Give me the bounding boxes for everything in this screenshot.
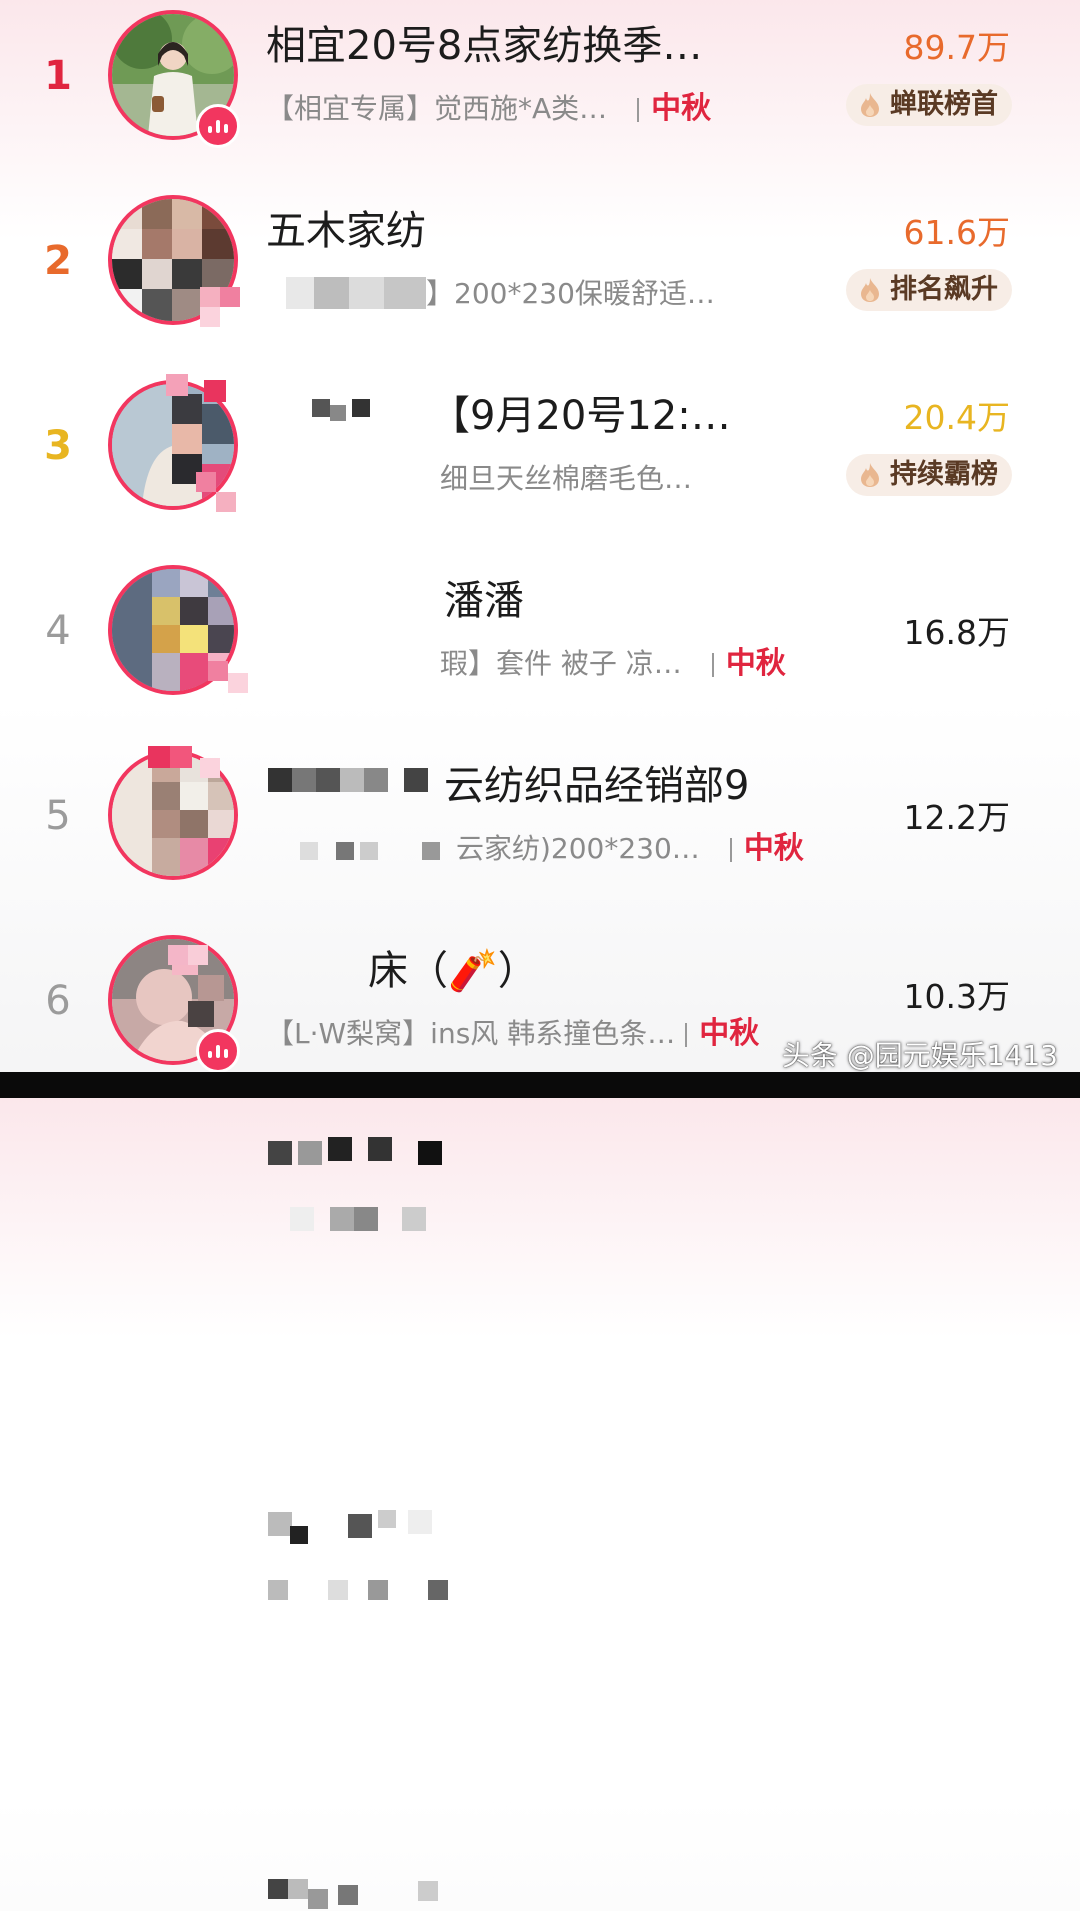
streamer-avatar[interactable] xyxy=(108,565,248,695)
divider xyxy=(729,838,732,862)
subtitle-text: 细旦天丝棉磨毛色… xyxy=(440,462,693,495)
tag-label: 中秋 xyxy=(651,91,712,126)
tag-label: 中秋 xyxy=(743,831,804,866)
product-subtitle: 云家纺)200*230… 中秋 xyxy=(456,824,804,874)
ranking-row-1[interactable]: 1 相宜20号8点家纺换季… 【相宜专属】觉西施*A类… 中秋 89.7万 蝉联… xyxy=(0,0,1080,185)
rank-number: 4 xyxy=(45,608,71,654)
rank-number: 3 xyxy=(44,423,72,469)
censor-mosaic xyxy=(268,1133,448,1173)
rank-badge: 蝉联榜首 xyxy=(846,84,1012,126)
rank-number: 5 xyxy=(45,793,71,839)
sales-amount: 89.7万 xyxy=(903,28,1010,67)
streamer-avatar[interactable] xyxy=(108,746,238,880)
censor-mosaic xyxy=(268,1871,448,1911)
ranking-row-3[interactable]: 3 【9月20号12:… 细旦天丝棉磨毛色… 20.4万 持续霸榜 xyxy=(0,370,1080,860)
sales-amount: 20.4万 xyxy=(903,398,1010,437)
censor-mosaic xyxy=(268,1504,448,1544)
bottom-bar xyxy=(0,1072,1080,1098)
streamer-title: 潘潘 xyxy=(444,578,524,624)
sales-amount: 16.8万 xyxy=(903,613,1010,652)
tag-label: 中秋 xyxy=(725,646,786,681)
subtitle-text: 【相宜专属】觉西施*A类… xyxy=(266,92,608,125)
censor-mosaic xyxy=(286,277,426,309)
live-indicator-icon xyxy=(196,104,240,148)
product-subtitle: 【L·W梨窝】ins风 韩系撞色条… 中秋 xyxy=(266,1009,759,1059)
subtitle-text: 【L·W梨窝】ins风 韩系撞色条… xyxy=(266,1017,676,1050)
streamer-avatar[interactable] xyxy=(108,10,240,148)
censor-mosaic xyxy=(290,1201,440,1237)
flame-icon xyxy=(861,278,879,302)
badge-text: 排名飙升 xyxy=(890,274,998,305)
rank-number: 2 xyxy=(44,238,72,284)
streamer-title: 【9月20号12:… xyxy=(430,393,731,439)
streamer-title: 床（🧨） xyxy=(368,948,538,994)
tag-label: 中秋 xyxy=(699,1016,760,1051)
ranking-row-5[interactable]: 5 云纺织品经销部9 云家纺)200*230… 中秋 12.2万 xyxy=(0,740,1080,1600)
subtitle-text: 瑕】套件 被子 凉… xyxy=(440,647,682,680)
rank-badge: 排名飙升 xyxy=(846,269,1012,311)
live-indicator-icon xyxy=(196,1029,240,1073)
divider xyxy=(685,1023,688,1047)
rank-number: 6 xyxy=(45,978,71,1024)
streamer-title: 云纺织品经销部9 xyxy=(444,763,750,809)
rank-badge: 持续霸榜 xyxy=(846,454,1012,496)
streamer-avatar[interactable] xyxy=(108,374,238,512)
badge-text: 蝉联榜首 xyxy=(890,89,998,120)
divider xyxy=(637,98,640,122)
subtitle-text: 】200*230保暖舒适… xyxy=(426,277,715,310)
live-ranking-list: 1 相宜20号8点家纺换季… 【相宜专属】觉西施*A类… 中秋 89.7万 蝉联… xyxy=(0,0,1080,1909)
streamer-avatar[interactable] xyxy=(108,935,240,1073)
streamer-title: 五木家纺 xyxy=(266,208,426,254)
product-subtitle: 细旦天丝棉磨毛色… xyxy=(440,454,692,504)
flame-icon xyxy=(861,93,879,117)
rank-number: 1 xyxy=(44,53,72,99)
ranking-row-4[interactable]: 4 潘潘 瑕】套件 被子 凉… 中秋 16.8万 xyxy=(0,555,1080,1231)
sales-amount: 61.6万 xyxy=(903,213,1010,252)
streamer-avatar[interactable] xyxy=(108,195,240,327)
sales-amount: 10.3万 xyxy=(903,977,1010,1016)
flame-icon xyxy=(861,463,879,487)
censor-mosaic xyxy=(268,1574,458,1610)
divider xyxy=(711,653,714,677)
sales-amount: 12.2万 xyxy=(903,798,1010,837)
subtitle-text: 云家纺)200*230… xyxy=(456,832,700,865)
ranking-row-2[interactable]: 2 五木家纺 】200*230保暖舒适… 61.6万 排名飙升 xyxy=(0,185,1080,421)
watermark: 头条 @园元娱乐1413 xyxy=(781,1039,1058,1072)
streamer-title: 相宜20号8点家纺换季… xyxy=(266,23,703,69)
product-subtitle: 】200*230保暖舒适… xyxy=(286,269,715,319)
product-subtitle: 瑕】套件 被子 凉… 中秋 xyxy=(440,639,786,689)
product-subtitle: 【相宜专属】觉西施*A类… 中秋 xyxy=(266,84,711,134)
badge-text: 持续霸榜 xyxy=(890,459,998,490)
